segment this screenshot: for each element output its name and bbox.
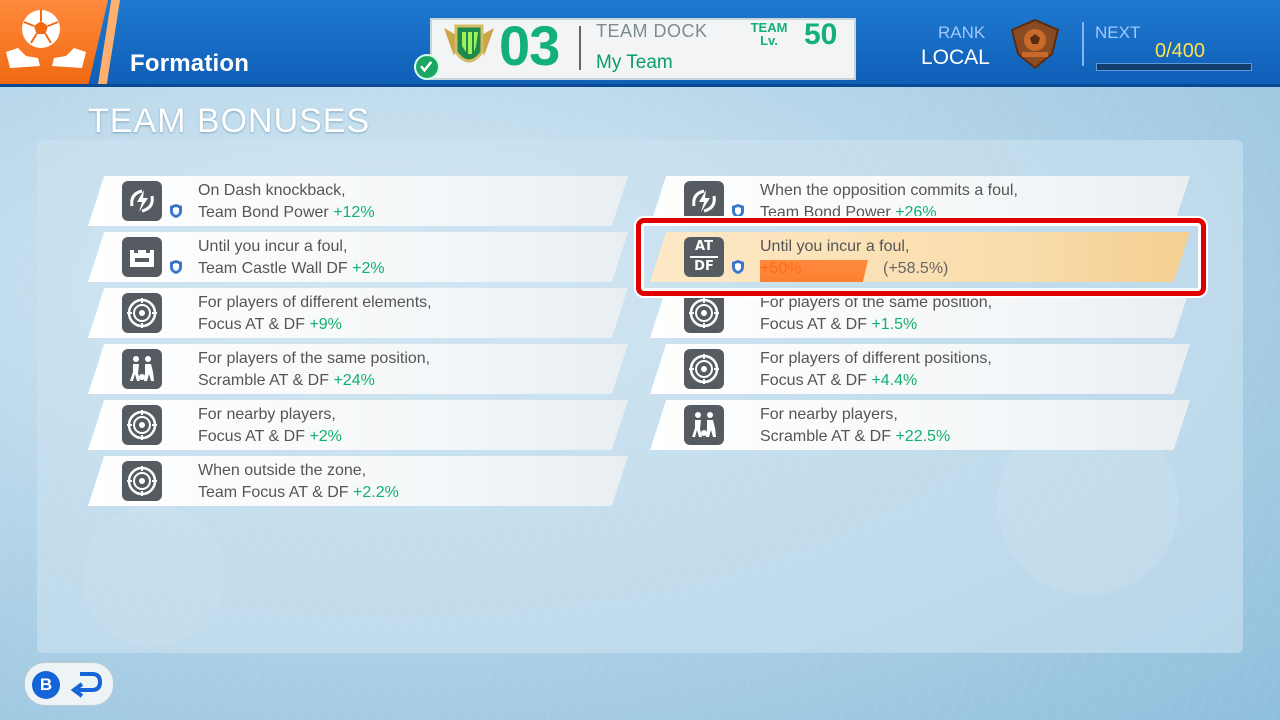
bonus-row[interactable]: On Dash knockback, Team Bond Power +12% <box>88 176 628 226</box>
check-icon <box>414 54 440 80</box>
bonus-condition: When the opposition commits a foul, <box>760 182 1018 199</box>
boot-icon <box>6 48 40 68</box>
focus-target-icon <box>684 349 724 389</box>
bonus-condition: Until you incur a foul, <box>198 238 348 255</box>
next-value: 0/400 <box>1155 40 1206 62</box>
bonus-condition: For players of different elements, <box>198 294 432 311</box>
soccer-ball-icon <box>22 10 60 48</box>
bonus-value: +2% <box>309 428 342 445</box>
shield-icon <box>170 260 182 274</box>
bonus-effect-label: Team Bond Power <box>198 204 334 221</box>
bonus-condition: For players of the same position, <box>198 350 431 367</box>
bonus-effect-label: Scramble AT & DF <box>198 372 334 389</box>
section-title: TEAM BONUSES <box>88 102 371 140</box>
bonus-value: +2.2% <box>353 484 399 501</box>
team-level-label-line2: Lv. <box>760 33 778 48</box>
bonus-effect-label: Scramble AT & DF <box>760 428 896 445</box>
next-label: NEXT <box>1095 23 1141 42</box>
bonus-effect: Focus AT & DF +9% <box>198 316 342 334</box>
bonus-row[interactable]: Until you incur a foul, Team Castle Wall … <box>88 232 628 282</box>
castle-wall-icon <box>122 237 162 277</box>
bonus-value: +12% <box>333 204 375 221</box>
bonus-effect-label: Focus AT & DF <box>760 372 872 389</box>
bonus-effect: Scramble AT & DF +24% <box>198 372 375 390</box>
bonus-condition: For nearby players, <box>198 406 336 423</box>
divider <box>1082 22 1084 66</box>
selection-cursor <box>636 218 1206 296</box>
bonus-value: +4.4% <box>871 372 918 389</box>
bonus-effect-label: Team Focus AT & DF <box>198 484 354 501</box>
team-number: 03 <box>499 14 560 77</box>
focus-target-icon <box>122 405 162 445</box>
rank-label: RANK <box>938 23 986 42</box>
bonus-condition: For players of different positions, <box>760 350 992 367</box>
team-level-value: 50 <box>804 18 838 51</box>
return-arrow-icon <box>70 672 103 698</box>
rank-badge-icon <box>1010 18 1060 70</box>
bonus-row[interactable]: For nearby players, Scramble AT & DF +22.… <box>650 400 1190 450</box>
bonus-effect-label: Team Castle Wall DF <box>198 260 353 277</box>
bonus-condition: For players of the same position, <box>760 294 993 311</box>
bonus-value: +9% <box>309 316 342 333</box>
shield-icon <box>170 204 182 218</box>
bonus-value: +24% <box>333 372 375 389</box>
scramble-players-icon <box>122 349 162 389</box>
focus-target-icon <box>122 461 162 501</box>
bonus-effect: Scramble AT & DF +22.5% <box>760 428 950 446</box>
bonus-effect: Team Focus AT & DF +2.2% <box>198 484 399 502</box>
team-emblem-icon <box>444 24 494 63</box>
team-name: My Team <box>596 52 673 73</box>
bonus-effect: Focus AT & DF +1.5% <box>760 316 917 334</box>
bonus-condition: For nearby players, <box>760 406 898 423</box>
bonus-row[interactable]: For players of the same position, Scrambl… <box>88 344 628 394</box>
bonus-row[interactable]: For players of different elements, Focus … <box>88 288 628 338</box>
bonus-value: +1.5% <box>871 316 918 333</box>
bonus-effect: Team Castle Wall DF +2% <box>198 260 385 278</box>
bonus-row[interactable]: When outside the zone, Team Focus AT & DF… <box>88 456 628 506</box>
bonus-effect: Focus AT & DF +2% <box>198 428 342 446</box>
bonus-value: +22.5% <box>895 428 951 445</box>
scramble-players-icon <box>684 405 724 445</box>
page-title: Formation <box>130 50 250 77</box>
bond-lightning-icon <box>122 181 162 221</box>
focus-target-icon <box>122 293 162 333</box>
bonus-effect-label: Focus AT & DF <box>198 316 310 333</box>
bonus-value: +2% <box>352 260 385 277</box>
bonus-row[interactable]: For players of different positions, Focus… <box>650 344 1190 394</box>
team-level-label: TEAM Lv. <box>750 21 788 47</box>
bonus-effect-label: Focus AT & DF <box>760 316 872 333</box>
team-dock-label: TEAM DOCK <box>596 21 708 41</box>
bonus-row[interactable]: For nearby players, Focus AT & DF +2% <box>88 400 628 450</box>
boot-icon <box>52 48 86 68</box>
rank-value: LOCAL <box>921 46 990 69</box>
bonus-effect-label: Focus AT & DF <box>198 428 310 445</box>
bonus-effect: Team Bond Power +12% <box>198 204 375 222</box>
divider <box>579 26 581 70</box>
focus-target-icon <box>684 293 724 333</box>
shield-icon <box>732 204 744 218</box>
bonus-condition: On Dash knockback, <box>198 182 346 199</box>
b-button-icon: B <box>32 671 60 699</box>
bonus-condition: When outside the zone, <box>198 462 367 479</box>
bond-lightning-icon <box>684 181 724 221</box>
next-progress-bar <box>1096 63 1252 71</box>
bonus-effect: Focus AT & DF +4.4% <box>760 372 917 390</box>
